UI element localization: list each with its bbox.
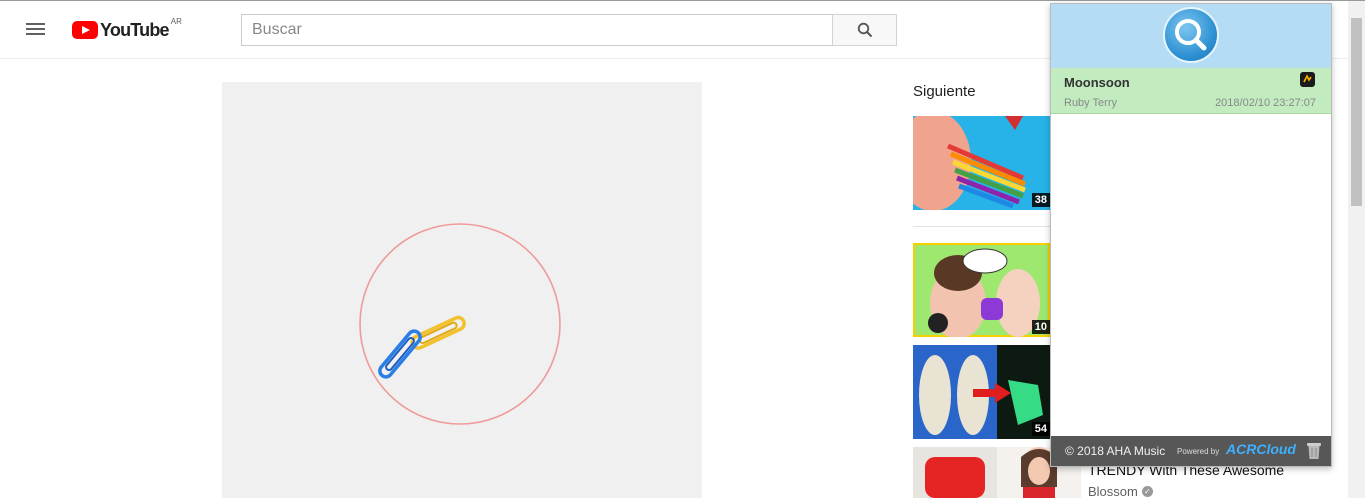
youtube-logo[interactable]: YouTube AR bbox=[72, 17, 182, 41]
identify-song-button[interactable] bbox=[1163, 7, 1219, 63]
verified-badge-icon: ✓ bbox=[1141, 486, 1153, 497]
aha-music-popup: Moonsoon Ruby Terry 2018/02/10 23:27:07 … bbox=[1050, 3, 1332, 467]
youtube-wordmark: YouTube bbox=[100, 19, 170, 40]
search-button[interactable] bbox=[832, 14, 897, 46]
magnifier-icon bbox=[1175, 19, 1207, 51]
hamburger-menu-icon[interactable] bbox=[25, 20, 47, 38]
song-title: Moonsoon bbox=[1064, 75, 1130, 90]
acrcloud-logo[interactable]: ACRCloud bbox=[1226, 441, 1296, 457]
up-next-thumbnail[interactable]: 38 bbox=[913, 116, 1050, 210]
powered-by-label: Powered by bbox=[1177, 447, 1220, 456]
window-top-border bbox=[0, 0, 1365, 1]
search-icon bbox=[857, 22, 872, 38]
up-next-thumbnail[interactable]: 10 bbox=[913, 243, 1050, 337]
musically-thumbnail-image bbox=[913, 243, 1050, 337]
detected-timestamp: 2018/02/10 23:27:07 bbox=[1215, 97, 1316, 109]
copyright-text: © 2018 AHA Music bbox=[1065, 444, 1166, 458]
popup-footer: © 2018 AHA Music Powered by ACRCloud bbox=[1051, 436, 1331, 466]
up-next-thumbnail[interactable]: 54 bbox=[913, 345, 1050, 439]
video-duration: 38 bbox=[1031, 193, 1050, 207]
video-player[interactable] bbox=[222, 82, 702, 498]
video-frame bbox=[359, 223, 561, 425]
song-artist: Ruby Terry bbox=[1064, 97, 1117, 109]
search-input[interactable]: Buscar bbox=[241, 14, 833, 46]
trash-icon[interactable] bbox=[1306, 441, 1322, 460]
channel-name-row[interactable]: Blossom ✓ bbox=[1088, 484, 1153, 498]
popup-header bbox=[1051, 4, 1331, 68]
sneakers-thumbnail-image bbox=[913, 345, 1050, 439]
country-code: AR bbox=[170, 17, 182, 26]
channel-name: Blossom bbox=[1088, 484, 1138, 498]
section-divider bbox=[913, 226, 1050, 227]
scrollbar-thumb[interactable] bbox=[1351, 18, 1362, 206]
video-duration: 10 bbox=[1031, 320, 1050, 334]
song-result-row[interactable]: Moonsoon Ruby Terry 2018/02/10 23:27:07 bbox=[1051, 68, 1331, 114]
music-app-icon[interactable] bbox=[1300, 72, 1315, 87]
pencils-thumbnail-image bbox=[913, 116, 1050, 210]
youtube-play-icon bbox=[72, 21, 98, 39]
video-duration: 54 bbox=[1031, 422, 1050, 436]
up-next-heading: Siguiente bbox=[913, 83, 976, 100]
